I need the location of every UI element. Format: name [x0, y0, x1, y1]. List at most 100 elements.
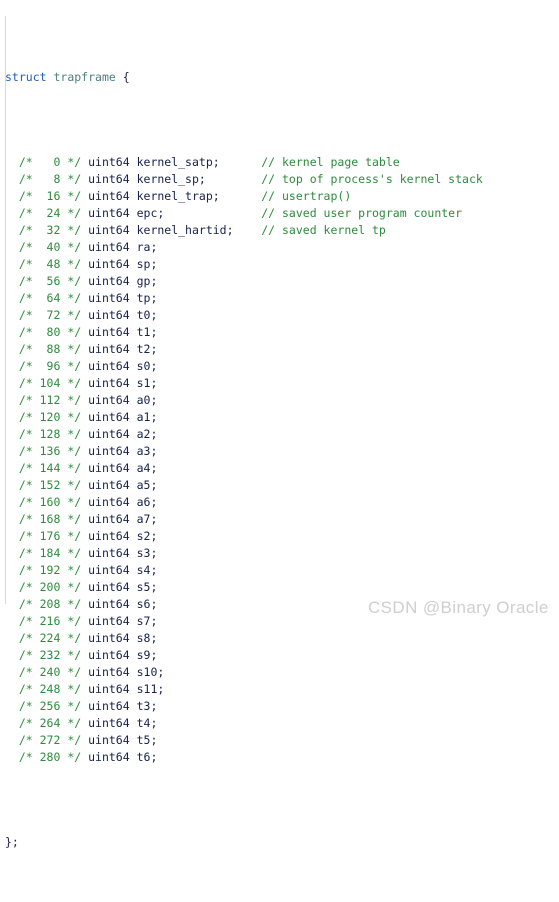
field-type: uint64 [88, 750, 130, 764]
field-offset-comment: /* 40 */ [18, 240, 82, 254]
field-name: a1; [136, 410, 158, 424]
field-type: uint64 [88, 733, 130, 747]
field-name: a7; [136, 512, 158, 526]
struct-field-line: /* 200 */ uint64 s5; [5, 579, 559, 596]
field-offset-comment: /* 104 */ [18, 376, 82, 390]
field-offset-comment: /* 32 */ [18, 223, 82, 237]
struct-field-line: /* 32 */ uint64 kernel_hartid; // saved … [5, 222, 559, 239]
field-description-comment: // saved kernel tp [261, 223, 386, 237]
field-type: uint64 [88, 291, 130, 305]
field-offset-comment: /* 264 */ [18, 716, 82, 730]
field-offset-comment: /* 0 */ [18, 155, 82, 169]
struct-field-line: /* 72 */ uint64 t0; [5, 307, 559, 324]
comment-padding [220, 189, 262, 203]
field-type: uint64 [88, 325, 130, 339]
code-block[interactable]: struct trapframe { /* 0 */ uint64 kernel… [0, 0, 559, 902]
field-type: uint64 [88, 614, 130, 628]
field-offset-comment: /* 208 */ [18, 597, 82, 611]
field-offset-comment: /* 256 */ [18, 699, 82, 713]
field-type: uint64 [88, 223, 130, 237]
field-name: s1; [136, 376, 158, 390]
struct-field-line: /* 128 */ uint64 a2; [5, 426, 559, 443]
field-offset-comment: /* 96 */ [18, 359, 82, 373]
field-offset-comment: /* 232 */ [18, 648, 82, 662]
field-offset-comment: /* 160 */ [18, 495, 82, 509]
field-type: uint64 [88, 240, 130, 254]
field-type: uint64 [88, 580, 130, 594]
field-type: uint64 [88, 461, 130, 475]
field-name: t0; [136, 308, 158, 322]
field-type: uint64 [88, 529, 130, 543]
code-editor[interactable]: struct trapframe { /* 0 */ uint64 kernel… [0, 0, 559, 849]
struct-field-line: /* 256 */ uint64 t3; [5, 698, 559, 715]
field-offset-comment: /* 80 */ [18, 325, 82, 339]
comment-padding [234, 223, 262, 237]
field-description-comment: // usertrap() [261, 189, 352, 203]
struct-field-line: /* 160 */ uint64 a6; [5, 494, 559, 511]
field-name: kernel_hartid; [136, 223, 234, 237]
field-name: ra; [136, 240, 158, 254]
field-offset-comment: /* 72 */ [18, 308, 82, 322]
field-type: uint64 [88, 393, 130, 407]
field-name: kernel_trap; [136, 189, 220, 203]
comment-padding [164, 206, 261, 220]
field-type: uint64 [88, 682, 130, 696]
field-name: s8; [136, 631, 158, 645]
struct-field-line: /* 232 */ uint64 s9; [5, 647, 559, 664]
struct-field-line: /* 176 */ uint64 s2; [5, 528, 559, 545]
field-type: uint64 [88, 563, 130, 577]
field-type: uint64 [88, 665, 130, 679]
field-type: uint64 [88, 257, 130, 271]
field-offset-comment: /* 64 */ [18, 291, 82, 305]
field-type: uint64 [88, 172, 130, 186]
comment-padding [220, 155, 262, 169]
field-name: a6; [136, 495, 158, 509]
field-type: uint64 [88, 155, 130, 169]
field-offset-comment: /* 152 */ [18, 478, 82, 492]
struct-field-line: /* 192 */ uint64 s4; [5, 562, 559, 579]
field-name: t4; [136, 716, 158, 730]
field-name: t5; [136, 733, 158, 747]
field-description-comment: // top of process's kernel stack [261, 172, 483, 186]
field-type: uint64 [88, 427, 130, 441]
field-name: kernel_sp; [136, 172, 206, 186]
